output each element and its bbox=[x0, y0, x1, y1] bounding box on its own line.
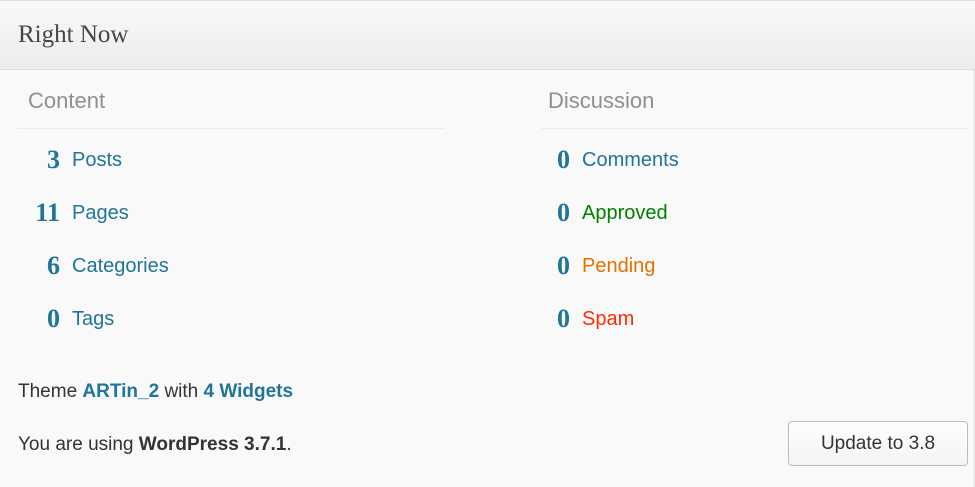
content-row-pages: 11 Pages bbox=[18, 198, 129, 228]
content-divider bbox=[18, 128, 445, 129]
approved-count-link[interactable]: 0 bbox=[530, 198, 570, 228]
comments-link[interactable]: Comments bbox=[582, 149, 679, 172]
version-info: You are using WordPress 3.7.1. bbox=[18, 434, 292, 456]
wordpress-version: WordPress 3.7.1 bbox=[138, 434, 287, 455]
posts-link[interactable]: Posts bbox=[72, 149, 122, 172]
discussion-divider bbox=[541, 128, 968, 129]
theme-prefix: Theme bbox=[18, 381, 78, 402]
comments-count-link[interactable]: 0 bbox=[530, 145, 570, 175]
discussion-row-spam: 0 Spam bbox=[530, 304, 634, 334]
version-suffix: . bbox=[286, 434, 292, 455]
tags-link[interactable]: Tags bbox=[72, 308, 114, 331]
spam-link[interactable]: Spam bbox=[582, 308, 634, 331]
discussion-row-approved: 0 Approved bbox=[530, 198, 668, 228]
approved-link[interactable]: Approved bbox=[582, 202, 668, 225]
right-now-widget: Right Now Content 3 Posts 11 Pages 6 Cat… bbox=[0, 0, 975, 487]
discussion-row-comments: 0 Comments bbox=[530, 145, 679, 175]
content-row-posts: 3 Posts bbox=[18, 145, 122, 175]
content-row-categories: 6 Categories bbox=[18, 251, 169, 281]
version-prefix: You are using bbox=[18, 434, 134, 455]
widget-title: Right Now bbox=[18, 21, 129, 48]
categories-count-link[interactable]: 6 bbox=[18, 251, 60, 281]
pending-link[interactable]: Pending bbox=[582, 255, 655, 278]
update-wordpress-button[interactable]: Update to 3.8 bbox=[788, 421, 968, 466]
widget-title-bar[interactable]: Right Now bbox=[0, 0, 975, 70]
theme-info: Theme ARTin_2 with 4 Widgets bbox=[18, 381, 293, 403]
theme-with-text: with bbox=[164, 381, 199, 402]
content-row-tags: 0 Tags bbox=[18, 304, 114, 334]
tags-count-link[interactable]: 0 bbox=[18, 304, 60, 334]
pages-link[interactable]: Pages bbox=[72, 202, 129, 225]
discussion-heading: Discussion bbox=[548, 88, 655, 113]
posts-count-link[interactable]: 3 bbox=[18, 145, 60, 175]
pages-count-link[interactable]: 11 bbox=[18, 198, 60, 228]
widgets-link[interactable]: 4 Widgets bbox=[204, 381, 294, 402]
content-heading: Content bbox=[28, 88, 106, 113]
spam-count-link[interactable]: 0 bbox=[530, 304, 570, 334]
discussion-row-pending: 0 Pending bbox=[530, 251, 655, 281]
pending-count-link[interactable]: 0 bbox=[530, 251, 570, 281]
categories-link[interactable]: Categories bbox=[72, 255, 169, 278]
theme-name-link[interactable]: ARTin_2 bbox=[82, 381, 159, 402]
